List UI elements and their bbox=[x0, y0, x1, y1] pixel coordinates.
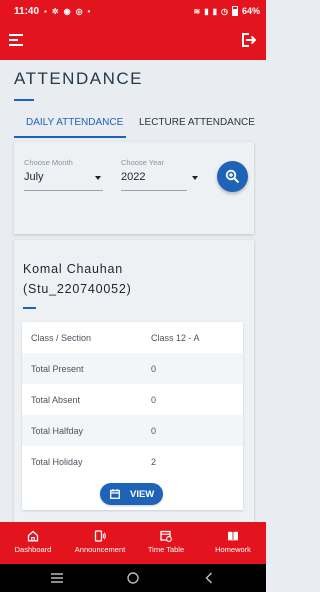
year-select-value: 2022 bbox=[121, 171, 146, 183]
calendar-icon bbox=[110, 489, 120, 499]
battery-icon bbox=[231, 6, 238, 16]
home-circle-icon[interactable] bbox=[120, 564, 146, 592]
tab-bar: DAILY ATTENDANCE LECTURE ATTENDANCE bbox=[0, 106, 266, 140]
timetable-icon bbox=[160, 530, 172, 542]
search-button[interactable] bbox=[217, 161, 248, 192]
year-select-underline bbox=[121, 190, 187, 191]
attendance-summary-table: Class / Section Class 12 - A Total Prese… bbox=[22, 322, 243, 510]
year-select-label: Choose Year bbox=[121, 158, 164, 167]
row-label: Total Halfday bbox=[31, 425, 84, 436]
table-row: Total Present 0 bbox=[22, 353, 243, 384]
filter-card: Choose Month July Choose Year 2022 bbox=[14, 142, 254, 234]
nav-homework[interactable]: Homework bbox=[208, 522, 258, 564]
wifi-icon: ≋ bbox=[193, 6, 201, 16]
dot-icon: • bbox=[87, 6, 91, 16]
nav-time-table-label: Time Table bbox=[147, 545, 185, 554]
battery-level: 64% bbox=[241, 6, 260, 16]
student-id: (Stu_220740052) bbox=[23, 282, 132, 296]
settings-icon: ✲ bbox=[51, 6, 59, 16]
row-value: 0 bbox=[151, 363, 157, 374]
zoom-in-icon bbox=[225, 169, 240, 184]
page-title: ATTENDANCE bbox=[14, 69, 143, 88]
active-tab-indicator bbox=[14, 136, 126, 138]
recents-icon[interactable] bbox=[44, 564, 70, 592]
tab-daily-attendance[interactable]: DAILY ATTENDANCE bbox=[26, 117, 123, 128]
back-icon[interactable] bbox=[196, 564, 222, 592]
month-select-value: July bbox=[24, 171, 44, 183]
table-row: Total Halfday 0 bbox=[22, 415, 243, 446]
nav-homework-label: Homework bbox=[215, 545, 251, 554]
alarm-icon: ◷ bbox=[221, 6, 228, 16]
row-value: 0 bbox=[151, 425, 157, 436]
chevron-down-icon bbox=[192, 176, 198, 180]
tab-lecture-attendance[interactable]: LECTURE ATTENDANCE bbox=[139, 117, 255, 128]
app-bar bbox=[0, 22, 266, 60]
row-label: Total Holiday bbox=[31, 456, 83, 467]
row-value: 2 bbox=[151, 456, 157, 467]
sim-icon: ▪ bbox=[44, 6, 47, 16]
announcement-icon bbox=[94, 530, 106, 542]
student-name: Komal Chauhan bbox=[23, 262, 124, 276]
status-bar: 11:40 ▪ ✲ ◉ ◎ • ≋ ▮ ▮ ◷ 64% bbox=[0, 0, 266, 22]
row-value: 0 bbox=[151, 394, 157, 405]
book-icon bbox=[228, 531, 238, 541]
title-underline bbox=[14, 99, 34, 101]
nav-dashboard-label: Dashboard bbox=[14, 545, 52, 554]
view-button-label: VIEW bbox=[130, 488, 155, 500]
table-row: Total Absent 0 bbox=[22, 384, 243, 415]
row-label: Total Absent bbox=[31, 394, 81, 405]
view-button[interactable]: VIEW bbox=[100, 483, 163, 505]
student-underline bbox=[23, 307, 36, 309]
nav-time-table[interactable]: Time Table bbox=[140, 522, 192, 564]
table-row: Class / Section Class 12 - A bbox=[22, 322, 243, 353]
row-label: Total Present bbox=[31, 363, 84, 374]
signal-2-icon: ▮ bbox=[212, 6, 217, 16]
month-select-underline bbox=[24, 190, 103, 191]
whatsapp-icon: ◎ bbox=[75, 6, 83, 16]
messenger-icon: ◉ bbox=[63, 6, 71, 16]
month-select-label: Choose Month bbox=[24, 158, 73, 167]
nav-announcement-label: Announcement bbox=[74, 545, 126, 554]
status-time: 11:40 bbox=[14, 5, 40, 17]
nav-announcement[interactable]: Announcement bbox=[70, 522, 130, 564]
nav-dashboard[interactable]: Dashboard bbox=[6, 522, 60, 564]
row-label: Class / Section bbox=[31, 332, 92, 343]
system-nav-bar bbox=[0, 564, 266, 592]
logout-icon[interactable] bbox=[240, 32, 256, 48]
bottom-nav: Dashboard Announcement Time Table Homewo… bbox=[0, 522, 266, 564]
row-value: Class 12 - A bbox=[151, 332, 200, 343]
chevron-down-icon bbox=[95, 176, 101, 180]
home-icon bbox=[27, 530, 39, 542]
signal-icon: ▮ bbox=[204, 6, 209, 16]
table-row: Total Holiday 2 bbox=[22, 446, 243, 477]
student-card: Komal Chauhan (Stu_220740052) Class / Se… bbox=[14, 240, 254, 525]
hamburger-icon[interactable] bbox=[9, 34, 23, 47]
